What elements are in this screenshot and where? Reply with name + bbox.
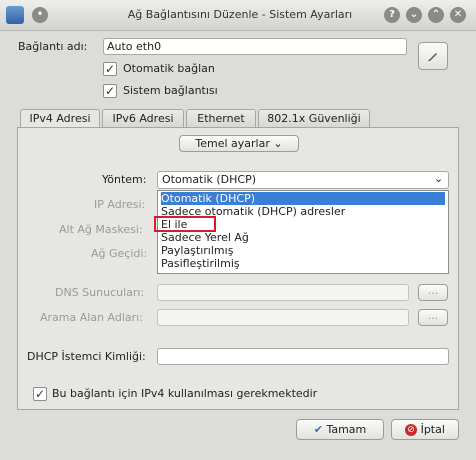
connection-name-value: Auto eth0 — [107, 40, 162, 53]
dns-servers-input[interactable] — [157, 284, 409, 301]
tab-8021x[interactable]: 802.1x Güvenliği — [258, 109, 370, 128]
method-option-shared[interactable]: Paylaştırılmış — [161, 244, 445, 257]
search-domains-input[interactable] — [157, 309, 409, 326]
app-icon[interactable] — [6, 6, 24, 24]
connection-icon-button[interactable] — [418, 42, 448, 70]
method-label: Yöntem: — [102, 173, 147, 186]
search-domains-label: Arama Alan Adları: — [40, 311, 143, 324]
ipv4-required-checkbox[interactable]: ✓ — [33, 387, 47, 401]
connection-name-input[interactable]: Auto eth0 — [103, 38, 407, 55]
gateway-label: Ağ Geçidi: — [91, 247, 148, 260]
window-title: Ağ Bağlantısını Düzenle - Sistem Ayarlar… — [127, 8, 353, 21]
method-dropdown-list[interactable]: Otomatik (DHCP) Sadece otomatik (DHCP) a… — [157, 190, 449, 274]
auto-connect-checkbox[interactable]: ✓ — [103, 62, 117, 76]
dns-servers-edit-button[interactable]: ... — [418, 284, 448, 301]
chevron-down-icon: ⌄ — [434, 172, 444, 185]
cancel-icon: ⊘ — [405, 424, 418, 436]
highlight-box — [154, 216, 216, 232]
connection-name-label: Bağlantı adı: — [18, 40, 88, 53]
dns-servers-label: DNS Sunucuları: — [55, 286, 145, 299]
dhcp-client-id-label: DHCP İstemci Kimliği: — [27, 350, 146, 363]
ip-address-label: IP Adresi: — [94, 198, 146, 211]
method-option-auto-dhcp[interactable]: Otomatik (DHCP) — [161, 192, 445, 205]
ipv4-required-label: Bu bağlantı için IPv4 kullanılması gerek… — [52, 387, 318, 400]
system-connection-checkbox[interactable]: ✓ — [103, 84, 117, 98]
method-value: Otomatik (DHCP) — [162, 173, 257, 186]
cancel-button[interactable]: ⊘ İptal — [391, 419, 459, 440]
close-button[interactable]: ✕ — [450, 7, 466, 23]
auto-connect-label: Otomatik bağlan — [123, 62, 215, 75]
settings-mode-value: Temel ayarlar — [195, 137, 270, 150]
netmask-label: Alt Ağ Maskesi: — [59, 223, 143, 236]
checkmark-icon: ✔ — [313, 423, 323, 436]
minimize-button[interactable]: ⌄ — [406, 7, 422, 23]
tab-ipv6[interactable]: IPv6 Adresi — [102, 109, 184, 128]
settings-mode-select[interactable]: Temel ayarlar ⌄ — [179, 135, 299, 152]
dhcp-client-id-input[interactable] — [157, 348, 449, 365]
pencil-icon — [428, 53, 437, 61]
search-domains-edit-button[interactable]: ... — [418, 309, 448, 326]
method-select[interactable]: Otomatik (DHCP) ⌄ — [157, 171, 449, 189]
tab-ethernet[interactable]: Ethernet — [186, 109, 256, 128]
cancel-label: İptal — [420, 423, 445, 436]
chevron-down-icon: ⌄ — [273, 137, 283, 150]
tab-ipv4[interactable]: IPv4 Adresi — [20, 109, 100, 129]
method-option-link-local[interactable]: Sadece Yerel Ağ — [161, 231, 445, 244]
system-connection-label: Sistem bağlantısı — [123, 84, 218, 97]
method-option-disabled[interactable]: Pasifleştirilmiş — [161, 257, 445, 270]
ok-button[interactable]: ✔ Tamam — [296, 419, 384, 440]
pin-icon[interactable]: • — [32, 7, 48, 23]
maximize-button[interactable]: ⌃ — [428, 7, 444, 23]
help-button[interactable]: ? — [384, 7, 400, 23]
ok-label: Tamam — [326, 423, 367, 436]
